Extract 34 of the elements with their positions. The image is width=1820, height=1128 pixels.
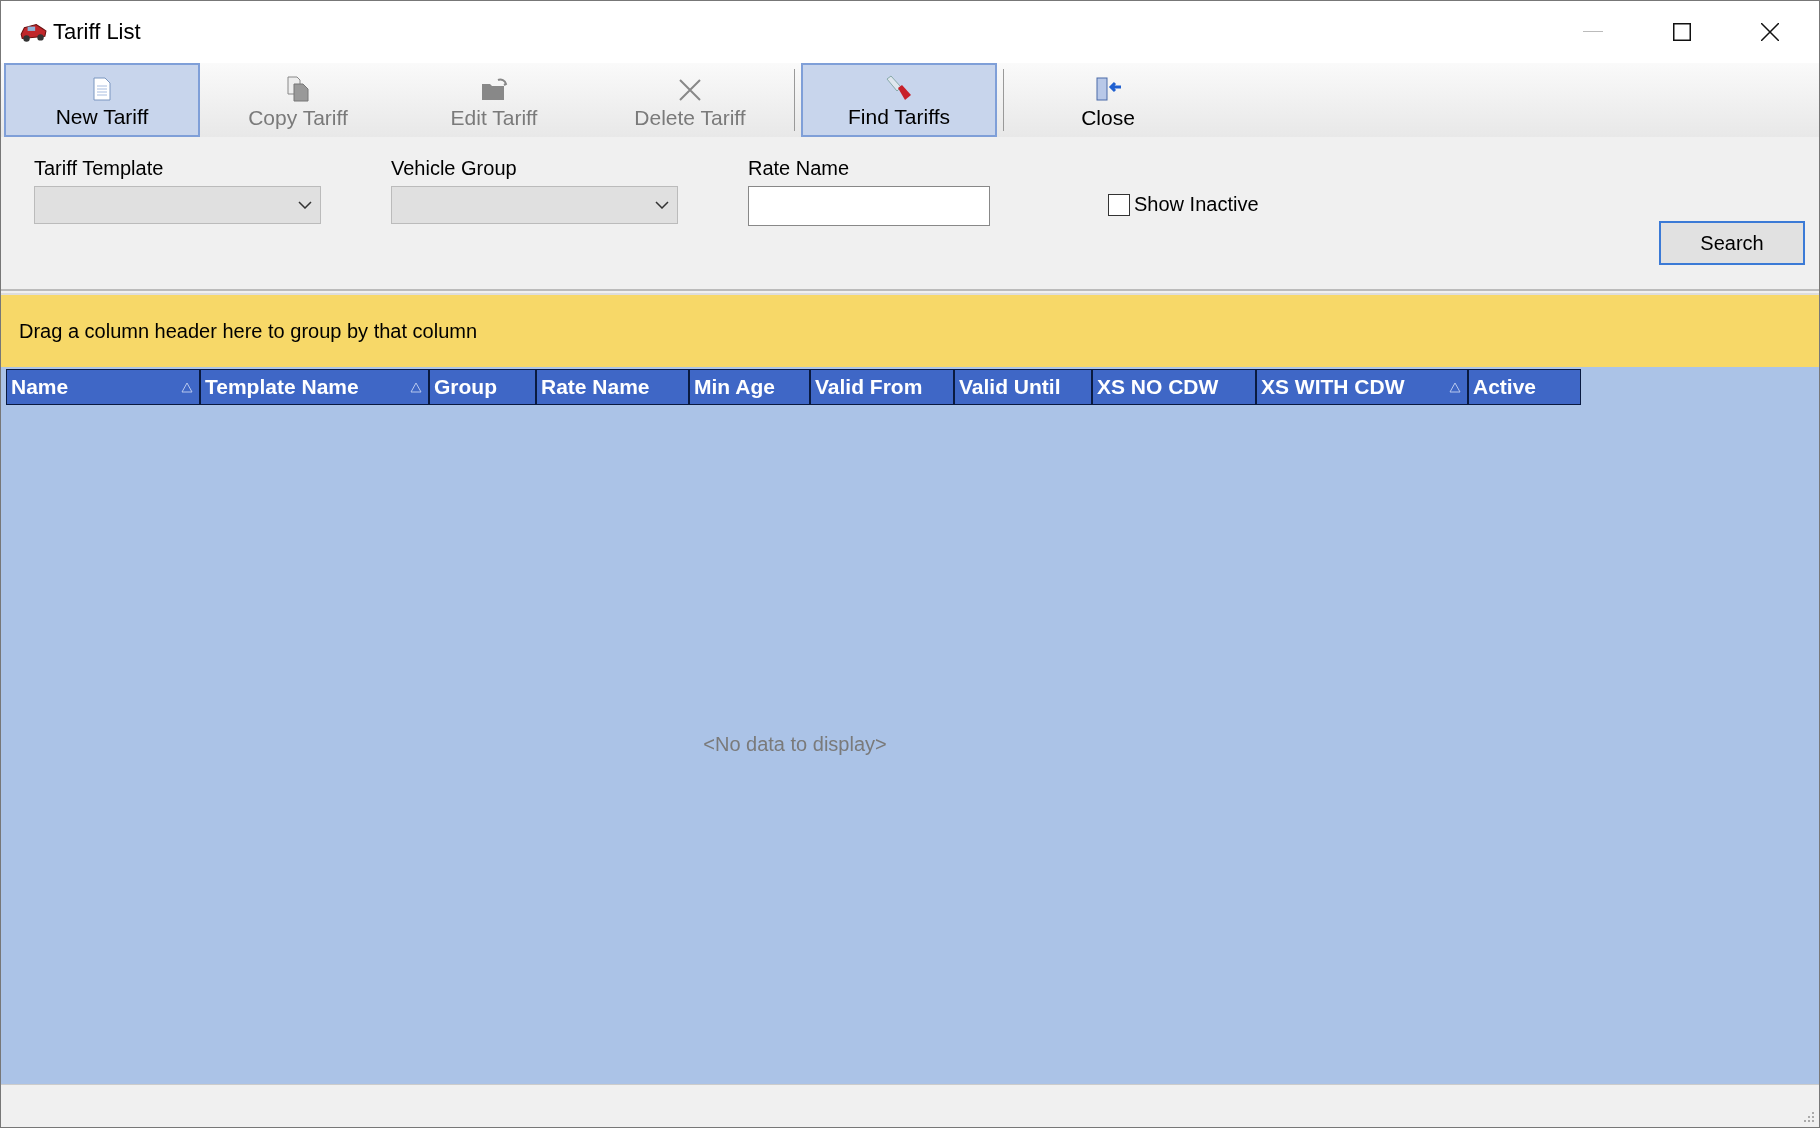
column-header[interactable]: Active	[1468, 369, 1581, 405]
group-panel-hint: Drag a column header here to group by that column	[19, 319, 478, 343]
toolbar-button[interactable]: Close	[1010, 63, 1206, 137]
field-label: Tariff Template	[34, 157, 165, 180]
cross-icon	[678, 78, 702, 102]
exit-door-icon	[1094, 76, 1122, 102]
chevron-down-icon	[298, 201, 312, 209]
column-header[interactable]: Rate Name	[536, 369, 689, 405]
search-button[interactable]: Search	[1659, 221, 1805, 265]
resize-grip-icon	[1803, 1111, 1815, 1123]
document-icon	[92, 77, 112, 101]
maximize-icon[interactable]	[1673, 23, 1691, 41]
window-title: Tariff List	[53, 19, 141, 45]
column-header[interactable]: Valid Until	[954, 369, 1092, 405]
toolbar-button[interactable]: New Tariff	[4, 63, 200, 137]
folder-icon	[480, 78, 508, 102]
minimize-icon[interactable]	[1583, 31, 1603, 33]
column-header[interactable]: Name	[6, 369, 200, 405]
close-icon[interactable]	[1761, 23, 1779, 41]
column-header[interactable]: Valid From	[810, 369, 954, 405]
car-icon	[19, 21, 47, 43]
column-header[interactable]: XS NO CDW	[1092, 369, 1256, 405]
field-label: Vehicle Group	[391, 157, 518, 180]
column-header[interactable]: Group	[429, 369, 536, 405]
empty-message: <No data to display>	[703, 733, 887, 756]
column-header[interactable]: XS WITH CDW	[1256, 369, 1468, 405]
copy-icon	[286, 76, 310, 102]
toolbar-button[interactable]: Find Tariffs	[801, 63, 997, 137]
chevron-down-icon	[655, 201, 669, 209]
input-field[interactable]	[748, 186, 990, 226]
flashlight-icon	[885, 75, 913, 101]
column-header[interactable]: Min Age	[689, 369, 810, 405]
column-header[interactable]: Template Name	[200, 369, 429, 405]
field-label: Rate Name	[748, 157, 851, 180]
